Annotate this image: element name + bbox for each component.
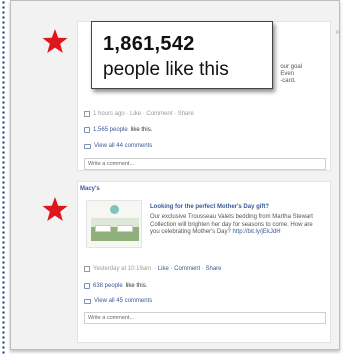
post-1-meta: 1 hours ago · Like · Comment · Share <box>84 111 194 117</box>
post-2-meta: Yesterday at 10:19am · Like · Comment · … <box>84 266 222 272</box>
post-1-checkbox <box>84 111 90 117</box>
post-1-partial-text: our goal Even -card. <box>280 64 302 84</box>
dotted-border <box>2 0 5 354</box>
post-2-thumbnail[interactable] <box>86 200 142 248</box>
post-2-likes-link[interactable]: 638 people <box>93 283 123 289</box>
close-icon[interactable]: × <box>335 27 340 37</box>
post-2-view-comments[interactable]: View all 45 comments <box>84 298 152 304</box>
thumbs-up-icon <box>84 127 90 133</box>
post-2-body-link[interactable]: http://bit.ly/jEkJdH <box>233 229 281 235</box>
comment-bubble-icon <box>84 298 91 304</box>
thumbnail-logo <box>110 205 119 214</box>
post-2-body: Our exclusive Trousseau Valets bedding f… <box>150 214 313 235</box>
post-2-checkbox <box>84 266 90 272</box>
likes-count: 1,861,542 <box>103 33 195 55</box>
star-icon <box>42 197 68 221</box>
comment-bubble-icon <box>84 143 91 149</box>
post-1-likes-link[interactable]: 1,565 people <box>93 127 128 133</box>
post-2: Macy's Looking for the perfect Mother's … <box>77 181 331 343</box>
post-2-actions[interactable]: · Like · Comment · Share <box>154 266 221 272</box>
post-1-likes: 1,565 people like this. <box>84 127 152 133</box>
post-2-page-name[interactable]: Macy's <box>80 186 100 192</box>
likes-callout: 1,861,542 people like this <box>91 21 273 89</box>
post-2-likes: 638 people like this. <box>84 283 147 289</box>
post-1-view-comments[interactable]: View all 44 comments <box>84 143 152 149</box>
thumbnail-pillow <box>95 225 111 232</box>
thumbnail-pillow <box>117 225 133 232</box>
star-icon <box>42 29 68 53</box>
likes-caption: people like this <box>103 59 229 80</box>
post-2-headline[interactable]: Looking for the perfect Mother's Day gif… <box>150 204 269 210</box>
thumbs-up-icon <box>84 283 90 289</box>
post-1-comment-input[interactable]: Write a comment... <box>84 158 326 170</box>
post-2-comment-input[interactable]: Write a comment... <box>84 312 326 324</box>
